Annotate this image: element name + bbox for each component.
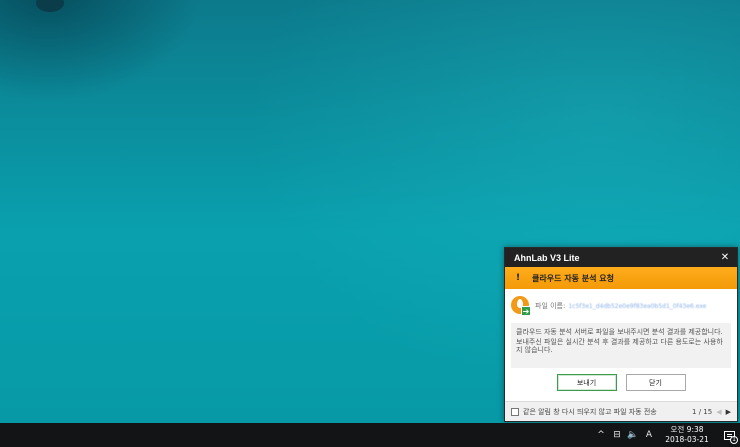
desktop-icon[interactable] (36, 0, 64, 12)
popup-title: AhnLab V3 Lite (514, 252, 580, 263)
v3-lite-notification-popup: AhnLab V3 Lite ✕ ! 클라우드 자동 분석 요청 ➔ 파일 이름… (504, 247, 738, 422)
warning-icon: ! (515, 273, 521, 283)
popup-titlebar: AhnLab V3 Lite ✕ (505, 248, 737, 267)
network-icon[interactable]: ⊟ (610, 430, 624, 440)
close-button[interactable]: 닫기 (625, 374, 686, 391)
system-tray: ^ ⊟ 🔈 A 오전 9:38 2018-03-21 1 (594, 423, 740, 447)
file-name-value: 1c5f3e1_d4db52e0e9f83ea0b5d1_0f43e6.exe (568, 302, 707, 310)
clock-time: 오전 9:38 (670, 425, 704, 434)
popup-footer: 같은 알림 창 다시 띄우지 않고 파일 자동 전송 1 / 15 ◀ ▶ (505, 401, 737, 421)
info-line-2: 보내주신 파일은 실시간 분석 후 결과를 제공하고 다른 용도로는 사용하지 … (516, 338, 723, 354)
action-center-icon[interactable]: 1 (718, 423, 740, 447)
clock[interactable]: 오전 9:38 2018-03-21 (662, 425, 712, 445)
send-button[interactable]: 보내기 (556, 374, 617, 391)
taskbar: ^ ⊟ 🔈 A 오전 9:38 2018-03-21 1 (0, 423, 740, 447)
button-row: 보내기 닫기 (511, 374, 731, 391)
file-upload-icon: ➔ (511, 296, 531, 316)
clock-date: 2018-03-21 (665, 435, 709, 444)
info-box: 클라우드 자동 분석 서버로 파일을 보내주시면 분석 결과를 제공합니다. 보… (511, 323, 731, 368)
file-row: ➔ 파일 이름: 1c5f3e1_d4db52e0e9f83ea0b5d1_0f… (511, 296, 731, 316)
show-hidden-icons-chevron-icon[interactable]: ^ (594, 430, 608, 440)
volume-icon[interactable]: 🔈 (626, 430, 640, 440)
prev-icon[interactable]: ◀ (716, 408, 721, 416)
popup-body: ➔ 파일 이름: 1c5f3e1_d4db52e0e9f83ea0b5d1_0f… (505, 289, 737, 391)
input-method-indicator[interactable]: A (642, 430, 656, 440)
popup-banner: ! 클라우드 자동 분석 요청 (505, 267, 737, 289)
pager: 1 / 15 ◀ ▶ (692, 408, 731, 416)
close-icon[interactable]: ✕ (719, 252, 731, 263)
dont-show-again-checkbox[interactable] (511, 407, 519, 416)
info-line-1: 클라우드 자동 분석 서버로 파일을 보내주시면 분석 결과를 제공합니다. (516, 328, 723, 336)
pager-text: 1 / 15 (692, 407, 713, 416)
notification-count: 1 (730, 436, 738, 444)
banner-text: 클라우드 자동 분석 요청 (532, 273, 614, 283)
next-icon[interactable]: ▶ (726, 408, 731, 416)
file-name-label: 파일 이름: (535, 302, 566, 310)
dont-show-again-label[interactable]: 같은 알림 창 다시 띄우지 않고 파일 자동 전송 (523, 407, 692, 417)
